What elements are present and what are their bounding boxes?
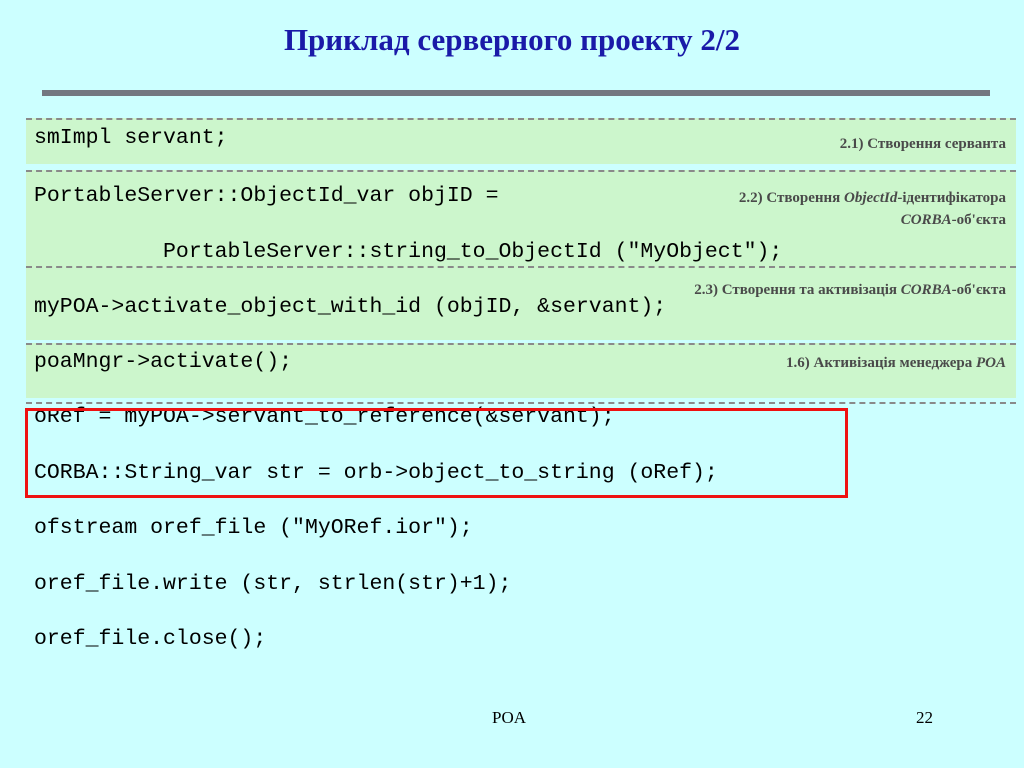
note-1-text: 2.1) Створення серванта <box>839 136 1006 152</box>
note-4-italic: POA <box>976 355 1006 371</box>
code-line-8: ofstream oref_file ("MyORef.ior"); <box>34 516 473 540</box>
code-line-3: PortableServer::string_to_ObjectId ("MyO… <box>34 240 783 264</box>
note-3-prefix: 2.3) Створення та активізація <box>694 282 901 298</box>
note-4-prefix: 1.6) Активізація менеджера <box>786 355 976 371</box>
code-line-4: myPOA->activate_object_with_id (objID, &… <box>34 295 667 319</box>
code-line-9: oref_file.write (str, strlen(str)+1); <box>34 572 512 596</box>
footer-label: POA <box>492 708 527 727</box>
note-create-objectid: 2.2) Створення ObjectId-ідентифікатора C… <box>739 188 1006 232</box>
note-2-line2-italic: CORBA <box>900 211 952 228</box>
code-line-1: smImpl servant; <box>34 126 228 150</box>
note-2-suffix: -ідентифікатора <box>897 190 1006 206</box>
page-number: 22 <box>916 708 933 727</box>
step-block-end <box>26 402 1016 404</box>
title-divider <box>42 90 990 96</box>
highlight-box <box>25 408 848 498</box>
note-2-line2-suffix: -об'єкта <box>951 211 1006 228</box>
note-activate-object: 2.3) Створення та активізація CORBA-об'є… <box>694 280 1006 302</box>
slide-title: Приклад серверного проекту 2/2 <box>283 22 741 57</box>
note-3-italic: CORBA <box>900 282 952 298</box>
note-activate-manager: 1.6) Активізація менеджера POA <box>786 353 1006 375</box>
code-line-2: PortableServer::ObjectId_var objID = <box>34 184 499 208</box>
note-3-suffix: -об'єкта <box>951 282 1006 298</box>
note-2-italic: ObjectId <box>844 190 898 206</box>
note-2-prefix: 2.2) Створення <box>738 190 845 206</box>
code-line-10: oref_file.close(); <box>34 627 267 651</box>
note-create-servant: 2.1) Створення серванта <box>840 134 1006 156</box>
code-line-5: poaMngr->activate(); <box>34 350 293 374</box>
